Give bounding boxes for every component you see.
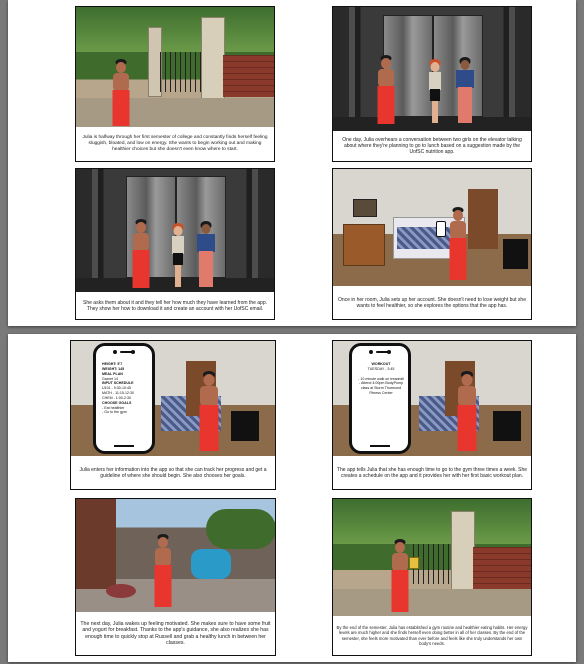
- panel-caption: Julia enters her information into the ap…: [70, 456, 276, 490]
- julia-figure: [443, 207, 473, 285]
- girl-figure: [423, 59, 447, 125]
- panel-illustration: [75, 498, 276, 614]
- julia-figure: [126, 219, 156, 291]
- phone-text: WORKOUT TUESDAY - 3:45 - 10 minute walk o…: [358, 362, 404, 396]
- panel-semester-end: By the end of the semester, Julia has es…: [332, 498, 532, 656]
- julia-figure: [148, 534, 178, 610]
- panel-caption: Julia is halfway through her first semes…: [75, 127, 275, 162]
- girl-figure: [166, 223, 190, 289]
- panel-caption: The app tells Julia that she has enough …: [332, 456, 532, 490]
- julia-figure: [106, 59, 136, 127]
- phone-text: HEIGHT: 5'7 WEIGHT: 145 MEAL PLAN Garnet 14…: [102, 362, 148, 415]
- panel-illustration: WORKOUT TUESDAY - 3:45 - 10 minute walk o…: [332, 340, 532, 458]
- julia-figure: [451, 371, 483, 455]
- panel-illustration: [75, 6, 275, 129]
- panel-caption: The next day, Julia wakes up feeling mot…: [75, 612, 276, 656]
- panel-caption: One day, Julia overhears a conversation …: [332, 131, 532, 162]
- book-icon: [409, 557, 419, 569]
- phone-line: - Go to the gym: [102, 410, 127, 415]
- panel-illustration: [332, 498, 532, 618]
- panel-caption: Once in her room, Julia sets up her acco…: [332, 286, 532, 320]
- panel-breakfast: The next day, Julia wakes up feeling mot…: [75, 498, 276, 656]
- panel-dorm-setup: Once in her room, Julia sets up her acco…: [332, 168, 532, 320]
- panel-illustration: HEIGHT: 5'7 WEIGHT: 145 MEAL PLAN Garnet 14…: [70, 340, 276, 458]
- comic-page-2: HEIGHT: 5'7 WEIGHT: 145 MEAL PLAN Garnet 14…: [8, 334, 576, 662]
- phone-screen: WORKOUT TUESDAY - 3:45 - 10 minute walk o…: [349, 343, 411, 454]
- julia-figure: [193, 371, 225, 455]
- panel-gate: Julia is halfway through her first semes…: [75, 6, 275, 162]
- girl-figure: [192, 221, 220, 291]
- panel-illustration: [332, 6, 532, 133]
- panel-caption: She asks them about it and they tell her…: [75, 292, 275, 320]
- panel-enter-info: HEIGHT: 5'7 WEIGHT: 145 MEAL PLAN Garnet 14…: [70, 340, 276, 490]
- comic-page-1: Julia is halfway through her first semes…: [8, 0, 576, 326]
- panel-illustration: [332, 168, 532, 288]
- panel-elevator-app: She asks them about it and they tell her…: [75, 168, 275, 320]
- girl-figure: [451, 57, 479, 127]
- phone-line: - Attend 4:00pm BodyPump class at Storm …: [359, 381, 403, 396]
- phone-icon: [436, 221, 446, 237]
- panel-workout-plan: WORKOUT TUESDAY - 3:45 - 10 minute walk o…: [332, 340, 532, 490]
- julia-figure: [371, 55, 401, 127]
- phone-screen: HEIGHT: 5'7 WEIGHT: 145 MEAL PLAN Garnet 14…: [93, 343, 155, 454]
- panel-caption: By the end of the semester, Julia has es…: [332, 616, 532, 656]
- panel-illustration: [75, 168, 275, 294]
- panel-elevator-overhear: One day, Julia overhears a conversation …: [332, 6, 532, 162]
- julia-figure: [385, 539, 415, 615]
